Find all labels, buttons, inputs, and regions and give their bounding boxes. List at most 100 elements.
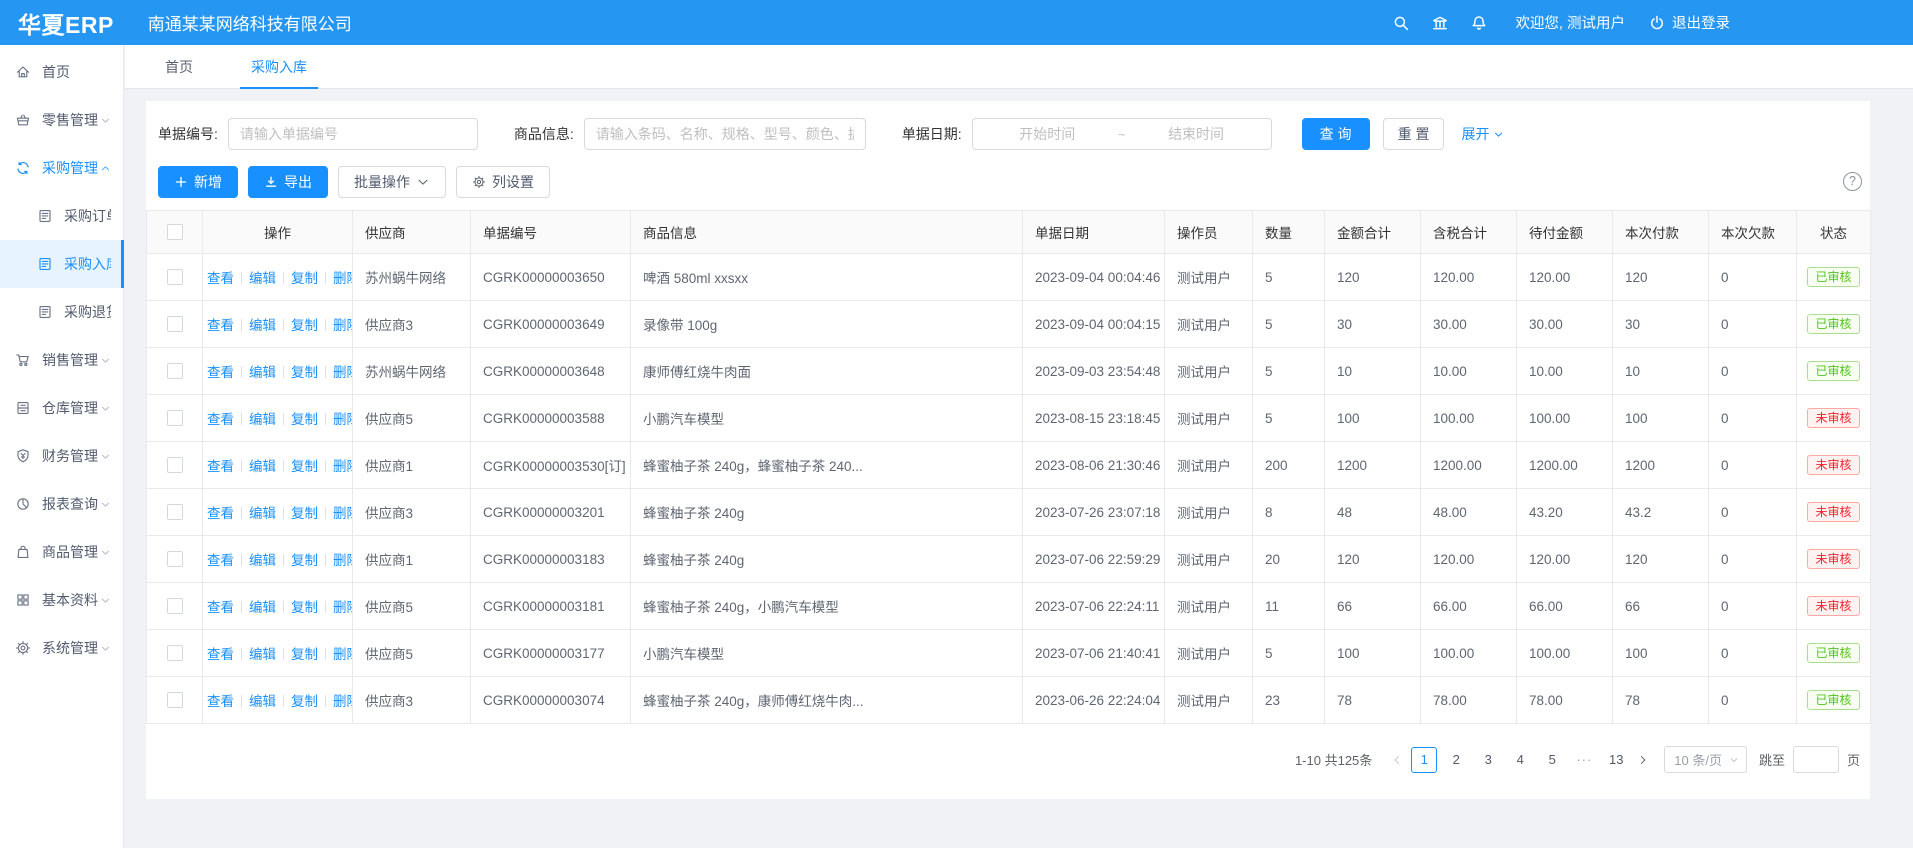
sidebar-item-label: 仓库管理 xyxy=(42,398,100,418)
row-checkbox[interactable] xyxy=(167,504,183,520)
page-number-3[interactable]: 3 xyxy=(1475,747,1501,773)
row-action-copy[interactable]: 复制 xyxy=(291,271,318,286)
bank-icon[interactable] xyxy=(1431,14,1449,32)
row-action-view[interactable]: 查看 xyxy=(207,459,234,474)
page-number-4[interactable]: 4 xyxy=(1507,747,1533,773)
jump-page-input[interactable] xyxy=(1793,746,1839,773)
row-action-edit[interactable]: 编辑 xyxy=(249,553,276,568)
row-action-delete[interactable]: 删除 xyxy=(333,600,353,615)
row-checkbox[interactable] xyxy=(167,551,183,567)
page-size-value: 10 条/页 xyxy=(1674,750,1722,769)
row-action-edit[interactable]: 编辑 xyxy=(249,647,276,662)
row-action-delete[interactable]: 删除 xyxy=(333,318,353,333)
row-action-edit[interactable]: 编辑 xyxy=(249,600,276,615)
row-action-view[interactable]: 查看 xyxy=(207,318,234,333)
row-action-delete[interactable]: 删除 xyxy=(333,365,353,380)
add-button[interactable]: 新增 xyxy=(158,166,238,198)
row-action-edit[interactable]: 编辑 xyxy=(249,506,276,521)
date-range-picker[interactable]: 开始时间 ~ 结束时间 xyxy=(972,118,1272,150)
row-action-copy[interactable]: 复制 xyxy=(291,412,318,427)
welcome-user[interactable]: 欢迎您, 测试用户 xyxy=(1515,12,1625,33)
row-checkbox[interactable] xyxy=(167,269,183,285)
row-action-view[interactable]: 查看 xyxy=(207,365,234,380)
row-action-delete[interactable]: 删除 xyxy=(333,694,353,709)
row-action-delete[interactable]: 删除 xyxy=(333,506,353,521)
prev-page-icon[interactable] xyxy=(1386,747,1408,773)
page-number-13[interactable]: 13 xyxy=(1603,747,1629,773)
row-action-delete[interactable]: 删除 xyxy=(333,553,353,568)
sidebar-item-home[interactable]: 首页 xyxy=(0,48,123,96)
sidebar-item-goods[interactable]: 商品管理 xyxy=(0,528,123,576)
row-action-edit[interactable]: 编辑 xyxy=(249,318,276,333)
row-checkbox[interactable] xyxy=(167,645,183,661)
row-action-copy[interactable]: 复制 xyxy=(291,553,318,568)
tab-home[interactable]: 首页 xyxy=(160,45,198,89)
row-action-delete[interactable]: 删除 xyxy=(333,271,353,286)
sidebar-item-purchase-order[interactable]: 采购订单 xyxy=(0,192,123,240)
reset-button[interactable]: 重 置 xyxy=(1383,118,1445,150)
help-icon[interactable]: ? xyxy=(1843,172,1862,191)
sidebar-item-finance[interactable]: 财务管理 xyxy=(0,432,123,480)
tab-purchase-inbound[interactable]: 采购入库 xyxy=(246,45,312,89)
export-button[interactable]: 导出 xyxy=(248,166,328,198)
sidebar-item-sales[interactable]: 销售管理 xyxy=(0,336,123,384)
sidebar-item-purchase[interactable]: 采购管理 xyxy=(0,144,123,192)
row-action-edit[interactable]: 编辑 xyxy=(249,694,276,709)
row-checkbox[interactable] xyxy=(167,316,183,332)
status-cell: 未审核 xyxy=(1797,442,1871,489)
row-action-delete[interactable]: 删除 xyxy=(333,647,353,662)
next-page-icon[interactable] xyxy=(1632,747,1654,773)
row-action-copy[interactable]: 复制 xyxy=(291,600,318,615)
row-action-view[interactable]: 查看 xyxy=(207,647,234,662)
bill-no-input[interactable] xyxy=(228,118,478,150)
sidebar-item-reports[interactable]: 报表查询 xyxy=(0,480,123,528)
search-icon[interactable] xyxy=(1392,14,1410,32)
row-checkbox[interactable] xyxy=(167,410,183,426)
page-number-5[interactable]: 5 xyxy=(1539,747,1565,773)
page-number-2[interactable]: 2 xyxy=(1443,747,1469,773)
due-cell: 120.00 xyxy=(1517,254,1613,301)
query-button[interactable]: 查 询 xyxy=(1302,118,1370,150)
row-checkbox[interactable] xyxy=(167,692,183,708)
sidebar-item-basic-data[interactable]: 基本资料 xyxy=(0,576,123,624)
row-action-view[interactable]: 查看 xyxy=(207,694,234,709)
sidebar-item-warehouse[interactable]: 仓库管理 xyxy=(0,384,123,432)
sidebar-item-purchase-return[interactable]: 采购退货 xyxy=(0,288,123,336)
tax-total-cell: 30.00 xyxy=(1421,301,1517,348)
bill-no-cell: CGRK00000003177 xyxy=(471,630,631,677)
row-action-view[interactable]: 查看 xyxy=(207,412,234,427)
row-action-edit[interactable]: 编辑 xyxy=(249,365,276,380)
row-action-edit[interactable]: 编辑 xyxy=(249,271,276,286)
row-action-view[interactable]: 查看 xyxy=(207,506,234,521)
row-action-delete[interactable]: 删除 xyxy=(333,412,353,427)
sidebar-item-system[interactable]: 系统管理 xyxy=(0,624,123,672)
row-action-copy[interactable]: 复制 xyxy=(291,647,318,662)
row-action-view[interactable]: 查看 xyxy=(207,600,234,615)
batch-operations-button[interactable]: 批量操作 xyxy=(338,166,446,198)
row-action-edit[interactable]: 编辑 xyxy=(249,412,276,427)
row-checkbox[interactable] xyxy=(167,457,183,473)
expand-link[interactable]: 展开 xyxy=(1461,124,1504,144)
page-size-select[interactable]: 10 条/页 xyxy=(1664,746,1747,773)
logout-button[interactable]: 退出登录 xyxy=(1648,12,1730,33)
row-checkbox[interactable] xyxy=(167,363,183,379)
supplier-cell: 供应商5 xyxy=(353,395,471,442)
row-action-delete[interactable]: 删除 xyxy=(333,459,353,474)
row-action-copy[interactable]: 复制 xyxy=(291,365,318,380)
row-action-view[interactable]: 查看 xyxy=(207,553,234,568)
row-action-copy[interactable]: 复制 xyxy=(291,506,318,521)
bell-icon[interactable] xyxy=(1470,14,1488,32)
chevron-up-icon xyxy=(100,163,111,174)
goods-info-input[interactable] xyxy=(584,118,866,150)
row-checkbox[interactable] xyxy=(167,598,183,614)
sidebar-item-retail[interactable]: 零售管理 xyxy=(0,96,123,144)
row-action-copy[interactable]: 复制 xyxy=(291,459,318,474)
column-settings-button[interactable]: 列设置 xyxy=(456,166,550,198)
row-action-copy[interactable]: 复制 xyxy=(291,694,318,709)
row-action-edit[interactable]: 编辑 xyxy=(249,459,276,474)
page-number-1[interactable]: 1 xyxy=(1411,747,1437,773)
row-action-copy[interactable]: 复制 xyxy=(291,318,318,333)
row-action-view[interactable]: 查看 xyxy=(207,271,234,286)
sidebar-item-purchase-inbound[interactable]: 采购入库 xyxy=(0,240,123,288)
select-all-checkbox[interactable] xyxy=(167,224,183,240)
